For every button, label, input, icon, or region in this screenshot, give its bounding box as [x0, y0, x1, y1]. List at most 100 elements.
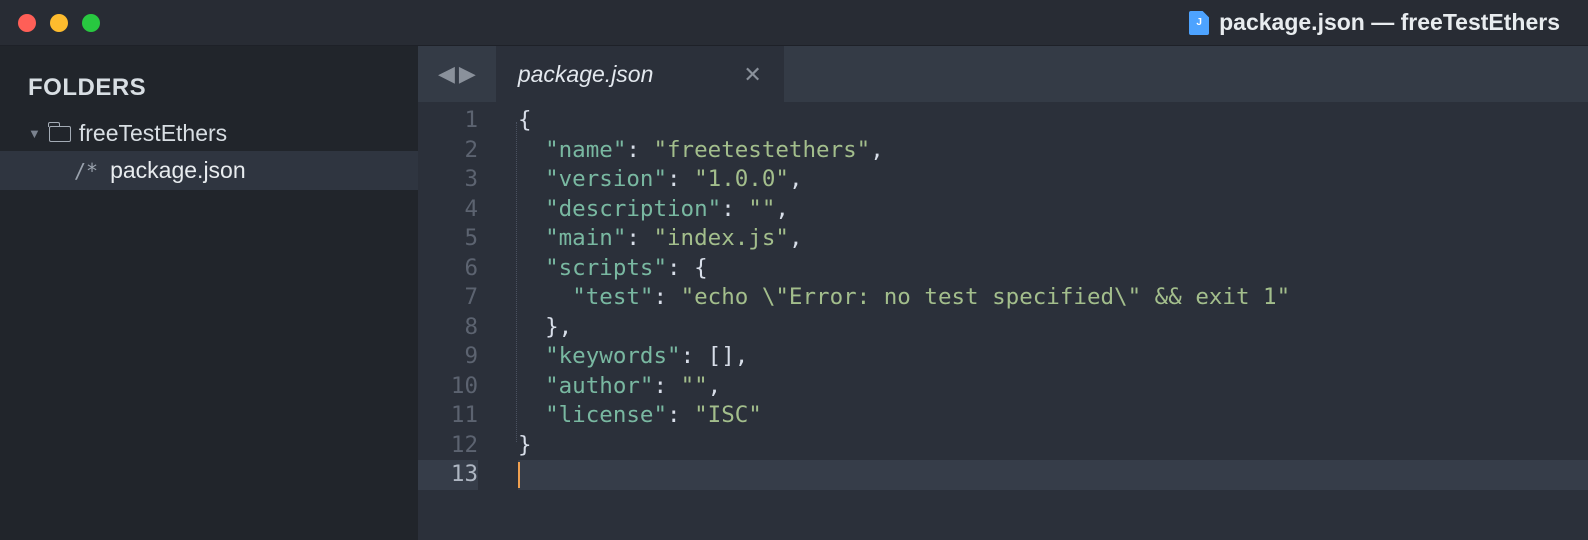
- line-number: 11: [418, 401, 478, 431]
- code-token: "echo \"Error: no test specified\" && ex…: [681, 284, 1291, 310]
- code-token: : [],: [681, 343, 749, 369]
- code-token: "1.0.0": [694, 166, 789, 192]
- editor-pane: ◀ ▶ package.json ✕ 12345678910111213 { "…: [418, 46, 1588, 540]
- code-line[interactable]: "version": "1.0.0",: [518, 165, 1588, 195]
- code-token: : {: [667, 255, 708, 281]
- code-line[interactable]: },: [518, 313, 1588, 343]
- line-number: 8: [418, 313, 478, 343]
- tab-active[interactable]: package.json ✕: [496, 46, 784, 102]
- code-token: "version": [545, 166, 667, 192]
- code-line[interactable]: {: [518, 106, 1588, 136]
- code-token: :: [667, 166, 694, 192]
- window-controls: [18, 14, 100, 32]
- code-token: ,: [789, 225, 803, 251]
- folder-label: freeTestEthers: [79, 120, 227, 147]
- tabbar: ◀ ▶ package.json ✕: [418, 46, 1588, 102]
- code-token: [518, 343, 545, 369]
- code-token: {: [518, 107, 532, 133]
- code-token: "keywords": [545, 343, 680, 369]
- code-token: "": [748, 196, 775, 222]
- code-token: "index.js": [653, 225, 788, 251]
- code-token: [518, 373, 545, 399]
- code-token: [518, 166, 545, 192]
- window-title: J package.json — freeTestEthers: [1189, 9, 1560, 36]
- line-number: 2: [418, 136, 478, 166]
- code-line[interactable]: "license": "ISC": [518, 401, 1588, 431]
- code-token: :: [721, 196, 748, 222]
- sidebar-file-active[interactable]: /* package.json: [0, 151, 418, 190]
- code-token: [518, 284, 572, 310]
- indent-guide: [516, 122, 517, 442]
- window-titlebar: J package.json — freeTestEthers: [0, 0, 1588, 46]
- code-token: [518, 225, 545, 251]
- code-token: [518, 402, 545, 428]
- main-area: FOLDERS ▼ freeTestEthers /* package.json…: [0, 46, 1588, 540]
- code-line[interactable]: }: [518, 431, 1588, 461]
- nav-back-icon[interactable]: ◀: [438, 61, 455, 87]
- tab-label: package.json: [518, 61, 654, 88]
- line-number: 7: [418, 283, 478, 313]
- folder-icon: [49, 126, 71, 142]
- line-number: 9: [418, 342, 478, 372]
- sidebar: FOLDERS ▼ freeTestEthers /* package.json: [0, 46, 418, 540]
- code-token: :: [626, 225, 653, 251]
- line-number: 10: [418, 372, 478, 402]
- line-number: 1: [418, 106, 478, 136]
- code-line[interactable]: [518, 460, 1588, 490]
- code-token: [518, 137, 545, 163]
- line-number: 6: [418, 254, 478, 284]
- text-cursor: [518, 462, 520, 488]
- line-number: 5: [418, 224, 478, 254]
- code-token: },: [518, 314, 572, 340]
- code-line[interactable]: "name": "freetestethers",: [518, 136, 1588, 166]
- code-token: ,: [708, 373, 722, 399]
- code-token: ,: [775, 196, 789, 222]
- code-token: "scripts": [545, 255, 667, 281]
- code-token: :: [667, 402, 694, 428]
- code-token: ,: [789, 166, 803, 192]
- file-label: package.json: [110, 157, 246, 184]
- sidebar-folder[interactable]: ▼ freeTestEthers: [0, 116, 418, 151]
- sidebar-heading: FOLDERS: [0, 64, 418, 116]
- line-number: 13: [418, 460, 478, 490]
- code-token: [518, 196, 545, 222]
- code-line[interactable]: "main": "index.js",: [518, 224, 1588, 254]
- code-line[interactable]: "author": "",: [518, 372, 1588, 402]
- file-marker-icon: /*: [74, 159, 98, 183]
- line-number: 12: [418, 431, 478, 461]
- code-token: }: [518, 432, 532, 458]
- maximize-window-button[interactable]: [82, 14, 100, 32]
- code-token: [518, 255, 545, 281]
- code-token: ,: [870, 137, 884, 163]
- code-area[interactable]: 12345678910111213 { "name": "freetesteth…: [418, 102, 1588, 540]
- code-content[interactable]: { "name": "freetestethers", "version": "…: [500, 106, 1588, 540]
- line-number: 4: [418, 195, 478, 225]
- minimize-window-button[interactable]: [50, 14, 68, 32]
- code-token: "author": [545, 373, 653, 399]
- line-number: 3: [418, 165, 478, 195]
- code-token: "": [681, 373, 708, 399]
- tab-history-nav: ◀ ▶: [418, 46, 496, 102]
- gutter: 12345678910111213: [418, 106, 500, 540]
- code-token: "test": [572, 284, 653, 310]
- close-icon[interactable]: ✕: [743, 62, 761, 88]
- code-token: "ISC": [694, 402, 762, 428]
- code-line[interactable]: "keywords": [],: [518, 342, 1588, 372]
- code-line[interactable]: "description": "",: [518, 195, 1588, 225]
- code-token: "freetestethers": [653, 137, 870, 163]
- file-type-icon: J: [1189, 11, 1209, 35]
- chevron-down-icon: ▼: [28, 126, 41, 141]
- code-line[interactable]: "test": "echo \"Error: no test specified…: [518, 283, 1588, 313]
- code-token: "name": [545, 137, 626, 163]
- code-token: :: [626, 137, 653, 163]
- code-token: "license": [545, 402, 667, 428]
- code-token: :: [653, 284, 680, 310]
- code-token: "main": [545, 225, 626, 251]
- code-token: "description": [545, 196, 721, 222]
- file-type-letter: J: [1196, 17, 1202, 28]
- code-token: :: [653, 373, 680, 399]
- code-line[interactable]: "scripts": {: [518, 254, 1588, 284]
- close-window-button[interactable]: [18, 14, 36, 32]
- nav-forward-icon[interactable]: ▶: [459, 61, 476, 87]
- window-title-text: package.json — freeTestEthers: [1219, 9, 1560, 36]
